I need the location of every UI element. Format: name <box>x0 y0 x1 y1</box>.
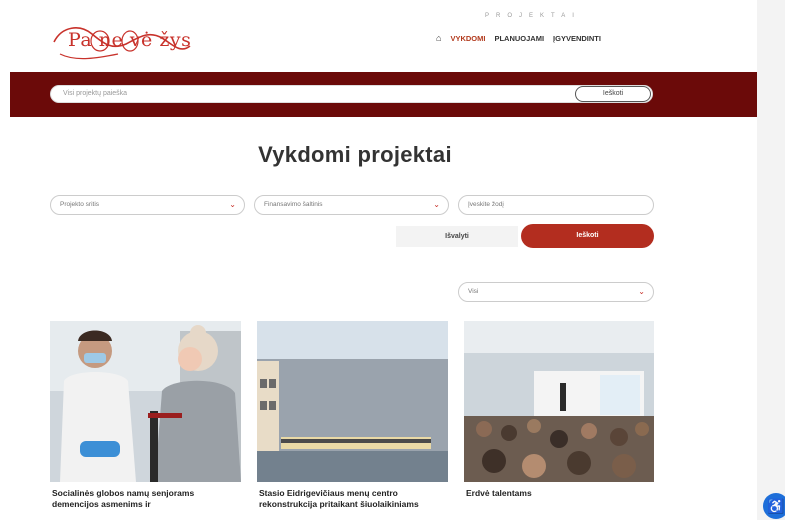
home-icon[interactable]: ⌂ <box>436 33 441 43</box>
sort-select[interactable]: Visi ⌄ <box>458 282 654 302</box>
chevron-down-icon: ⌄ <box>433 200 440 209</box>
clear-button[interactable]: Išvalyti <box>396 226 518 247</box>
chevron-down-icon: ⌄ <box>638 287 645 296</box>
building-photo <box>257 321 448 482</box>
scroll-area <box>757 0 785 520</box>
filter-placeholder: Finansavimo šaltinis <box>264 201 323 208</box>
care-photo <box>50 321 241 482</box>
chevron-down-icon: ⌄ <box>229 200 236 209</box>
keyword-input[interactable]: Įveskite žodį <box>458 195 654 215</box>
search-input[interactable]: Visi projektų paieška <box>50 85 653 103</box>
search-button[interactable]: Ieškoti <box>575 86 651 102</box>
card-image[interactable] <box>464 321 654 482</box>
nav-eyebrow: PROJEKTAI <box>485 13 581 19</box>
card-title[interactable]: Erdvė talentams <box>466 488 654 499</box>
nav-item-planuojami[interactable]: PLANUOJAMI <box>494 34 544 43</box>
filter-placeholder: Projekto sritis <box>60 201 100 208</box>
event-photo <box>464 321 654 482</box>
logo-text: Pa ne vė žys <box>68 29 192 51</box>
card-image[interactable] <box>257 321 448 482</box>
card-image[interactable] <box>50 321 241 482</box>
main-nav: ⌂ VYKDOMI PLANUOJAMI ĮGYVENDINTI <box>436 33 601 43</box>
nav-item-vykdomi[interactable]: VYKDOMI <box>450 34 485 43</box>
filter-funding-source[interactable]: Finansavimo šaltinis ⌄ <box>254 195 449 215</box>
keyword-placeholder: Įveskite žodį <box>468 201 504 208</box>
card-title[interactable]: Stasio Eidrigevičiaus menų centro rekons… <box>259 488 447 510</box>
page: Pa ne vė žys PROJEKTAI ⌂ VYKDOMI PLANUOJ… <box>0 0 785 520</box>
card-title[interactable]: Socialinės globos namų senjorams demenci… <box>52 488 240 510</box>
nav-item-igyvendinti[interactable]: ĮGYVENDINTI <box>553 34 601 43</box>
submit-button[interactable]: Ieškoti <box>521 224 654 248</box>
accessibility-icon[interactable]: ♿ <box>763 493 785 519</box>
page-title: Vykdomi projektai <box>258 142 452 167</box>
sort-value: Visi <box>468 288 479 295</box>
filter-project-area[interactable]: Projekto sritis ⌄ <box>50 195 245 215</box>
logo[interactable]: Pa ne vė žys <box>52 20 192 64</box>
